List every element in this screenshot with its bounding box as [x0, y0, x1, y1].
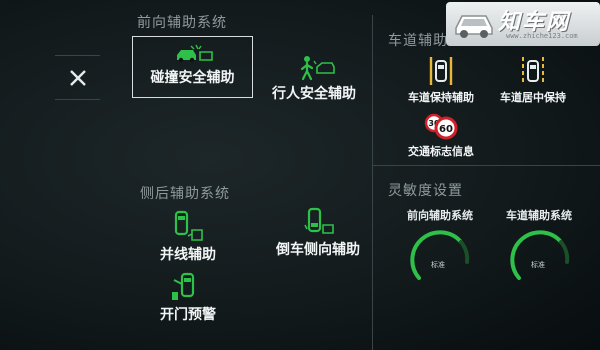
car-logo-icon — [455, 15, 493, 38]
reverse-side-assist-label: 倒车侧向辅助 — [276, 242, 360, 258]
lane-center-keep-label: 车道居中保持 — [500, 91, 566, 104]
lane-keep-icon — [429, 57, 453, 85]
door-open-warning-button[interactable]: 开门预警 — [150, 272, 226, 324]
sensitivity-section-title: 灵敏度设置 — [388, 183, 463, 199]
side-rear-assist-section-title: 侧后辅助系统 — [140, 186, 230, 202]
traffic-sign-icon: 30 60 — [424, 113, 458, 140]
front-sensitivity-arc — [410, 230, 470, 280]
watermark-url: www.zhiche123.com — [506, 32, 578, 40]
front-sensitivity-value: 标准 — [431, 261, 445, 269]
lane-sensitivity-label: 车道辅助系统 — [506, 209, 572, 222]
lane-sensitivity-dial[interactable]: 标准 — [505, 228, 575, 288]
lane-keep-assist-label: 车道保持辅助 — [408, 91, 474, 104]
reverse-side-icon — [304, 207, 334, 234]
close-icon — [69, 69, 86, 86]
lane-change-assist-button[interactable]: 并线辅助 — [150, 210, 226, 264]
pedestrian-safety-assist-button[interactable]: 行人安全辅助 — [272, 55, 356, 103]
vertical-divider — [372, 15, 373, 350]
traffic-sign-info-label: 交通标志信息 — [408, 145, 474, 158]
reverse-side-assist-button[interactable]: 倒车侧向辅助 — [272, 205, 364, 259]
lane-change-icon — [174, 210, 203, 241]
pedestrian-safety-assist-label: 行人安全辅助 — [272, 86, 356, 102]
door-open-warning-label: 开门预警 — [160, 307, 216, 323]
lane-center-icon — [522, 57, 544, 85]
collision-safety-assist-button[interactable]: 碰撞安全辅助 — [132, 36, 253, 98]
front-sensitivity-label: 前向辅助系统 — [407, 209, 473, 222]
door-open-warning-icon — [172, 272, 195, 300]
lane-change-assist-label: 并线辅助 — [160, 247, 216, 263]
pedestrian-icon — [300, 56, 335, 81]
lane-sensitivity-value: 标准 — [531, 261, 545, 269]
close-button[interactable] — [55, 55, 100, 100]
lane-sensitivity-arc — [510, 230, 570, 280]
speed-sign-60: 60 — [439, 124, 453, 135]
traffic-sign-info-button[interactable]: 30 60 交通标志信息 — [404, 113, 478, 159]
collision-safety-assist-label: 碰撞安全辅助 — [150, 70, 235, 86]
front-sensitivity-dial[interactable]: 标准 — [405, 228, 475, 288]
front-assist-section-title: 前向辅助系统 — [137, 15, 227, 31]
horizontal-divider — [372, 165, 600, 166]
collision-warning-icon — [176, 44, 213, 63]
lane-keep-assist-button[interactable]: 车道保持辅助 — [404, 55, 478, 105]
lane-center-keep-button[interactable]: 车道居中保持 — [500, 55, 566, 105]
